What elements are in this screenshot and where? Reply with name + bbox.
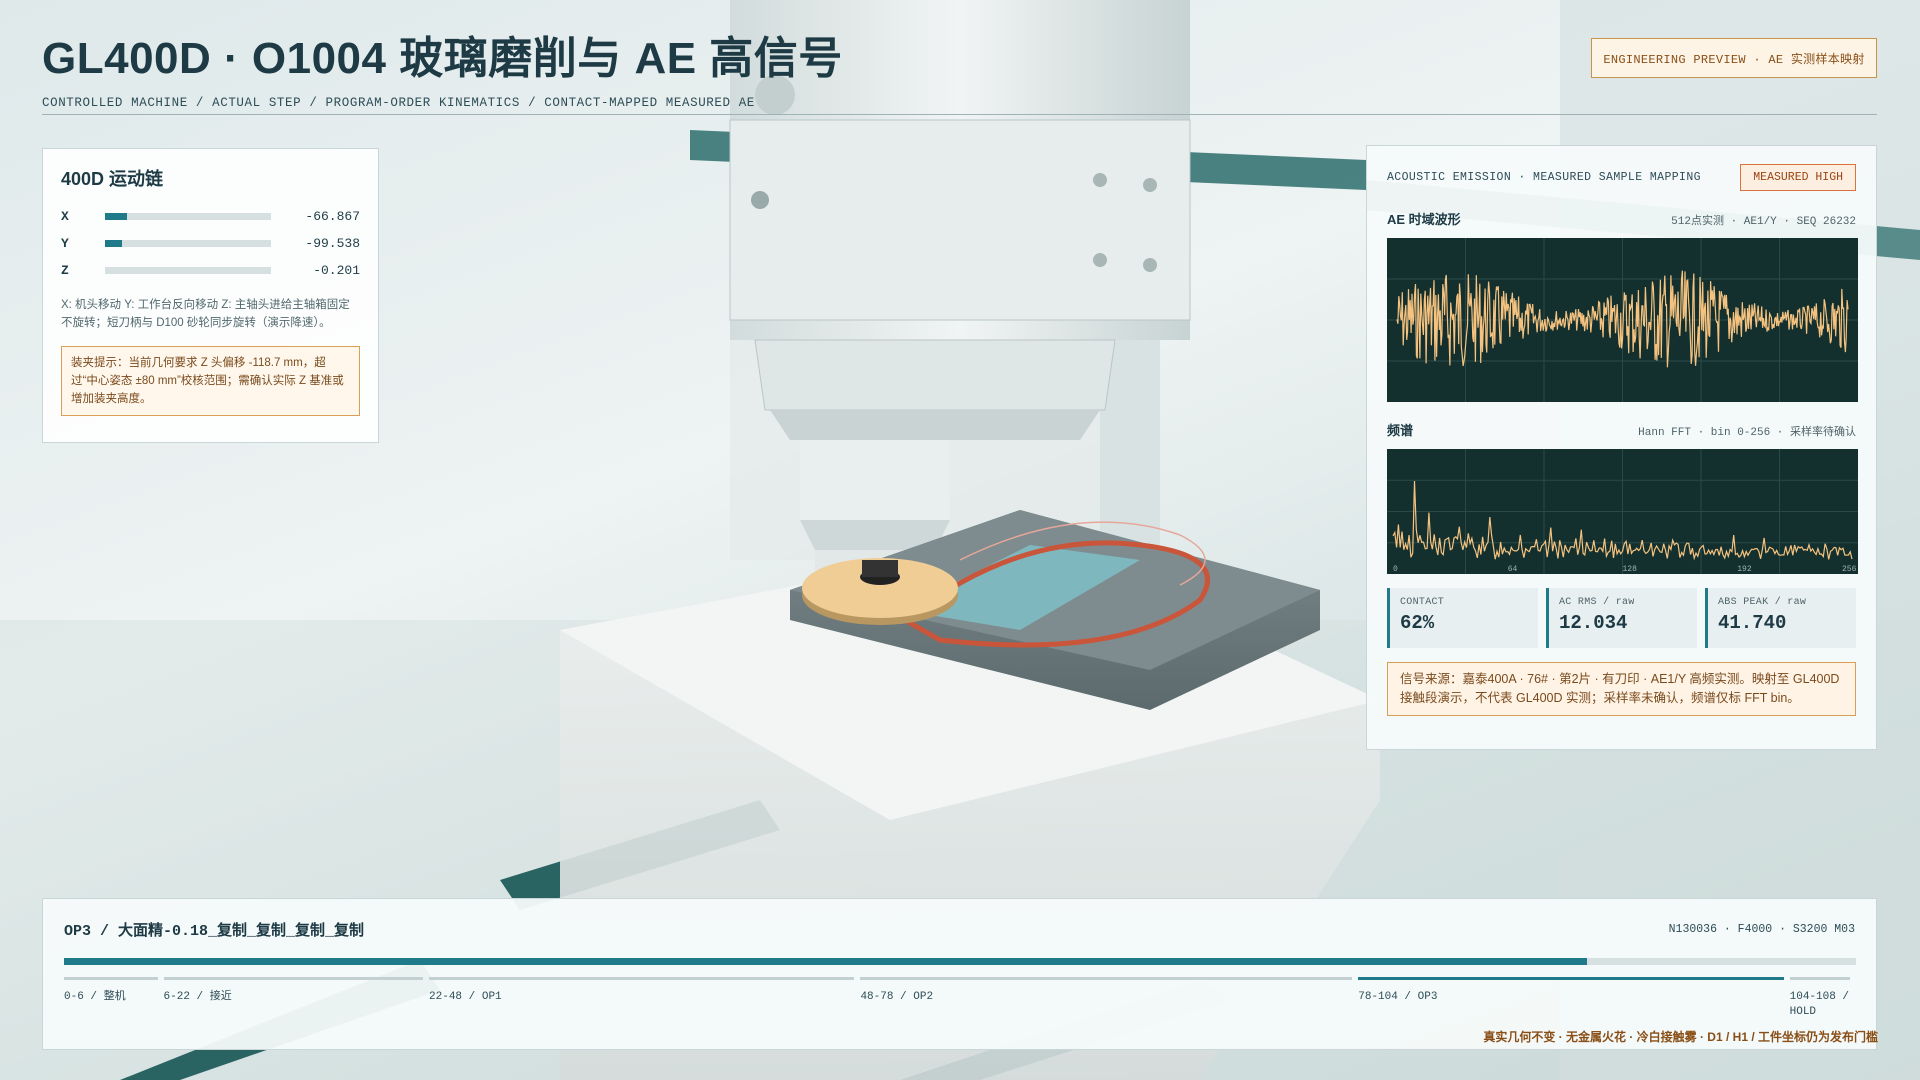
axis-x-bar: [105, 213, 271, 220]
waveform-title: AE 时域波形: [1387, 212, 1461, 227]
stat-value: 12.034: [1559, 612, 1628, 634]
axis-row-z: Z -0.201: [61, 257, 360, 284]
segment-label: 48-78 / OP2: [860, 991, 934, 1003]
stat-value: 41.740: [1718, 612, 1787, 634]
ae-panel-header: ACOUSTIC EMISSION · MEASURED SAMPLE MAPP…: [1387, 171, 1701, 184]
waveform-meta: 512点实测 · AE1/Y · SEQ 26232: [1671, 216, 1856, 228]
waveform-trace: [1387, 238, 1858, 402]
stat-ac-rms: AC RMS / raw 12.034: [1546, 588, 1697, 648]
axis-name: X: [61, 209, 69, 224]
stat-label: AC RMS / raw: [1559, 597, 1635, 608]
axis-y-bar: [105, 240, 271, 247]
header-divider: [42, 114, 1877, 115]
release-gate-footer: 真实几何不变 · 无金属火花 · 冷白接触雾 · D1 / H1 / 工件坐标仍…: [1483, 1030, 1878, 1044]
ae-stats: CONTACT 62% AC RMS / raw 12.034 ABS PEAK…: [1387, 588, 1856, 648]
segment-label: 22-48 / OP1: [429, 991, 502, 1003]
segment-line: [429, 977, 855, 980]
spectrum-tick: 128: [1623, 565, 1638, 574]
axis-row-x: X -66.867: [61, 203, 360, 230]
stat-contact: CONTACT 62%: [1387, 588, 1538, 648]
axis-name: Z: [61, 263, 69, 278]
segment-line: [163, 977, 424, 980]
segment-line: [1789, 977, 1850, 980]
waveform-plot: [1387, 238, 1858, 402]
timeline-segment[interactable]: 104-108 / HOLD: [1789, 977, 1850, 1020]
segment-line: [1358, 977, 1784, 980]
axis-y-value: -99.538: [305, 236, 360, 251]
timeline-segment[interactable]: 22-48 / OP1: [429, 977, 855, 1005]
spectrum-tick: 64: [1508, 565, 1518, 574]
clamping-warning: 装夹提示：当前几何要求 Z 头偏移 -118.7 mm，超过“中心姿态 ±80 …: [61, 346, 360, 416]
axis-x-value: -66.867: [305, 209, 360, 224]
timeline-segment[interactable]: 0-6 / 整机: [64, 977, 158, 1005]
stat-value: 62%: [1400, 612, 1435, 634]
stat-abs-peak: ABS PEAK / raw 41.740: [1705, 588, 1856, 648]
measured-high-badge: MEASURED HIGH: [1740, 164, 1856, 191]
axis-z-value: -0.201: [313, 263, 360, 278]
axis-row-y: Y -99.538: [61, 230, 360, 257]
segment-label: 104-108 / HOLD: [1789, 991, 1850, 1018]
spectrum-meta: Hann FFT · bin 0-256 · 采样率待确认: [1638, 427, 1856, 439]
nc-block-info: N130036 · F4000 · S3200 M03: [1668, 923, 1855, 936]
segment-label: 0-6 / 整机: [64, 991, 126, 1003]
axis-x-fill: [105, 213, 127, 220]
spectrum-plot: 0 64 128 192 256: [1387, 449, 1858, 574]
segment-line: [64, 977, 158, 980]
stat-label: CONTACT: [1400, 597, 1445, 608]
kinematics-panel: 400D 运动链 X -66.867 Y -99.538 Z -0.201 X:…: [42, 148, 379, 443]
axis-y-fill: [105, 240, 122, 247]
spectrum-tick: 0: [1393, 565, 1398, 574]
axis-name: Y: [61, 236, 69, 251]
timeline-segment[interactable]: 6-22 / 接近: [163, 977, 424, 1005]
kinematics-title: 400D 运动链: [61, 169, 164, 189]
acoustic-emission-panel: ACOUSTIC EMISSION · MEASURED SAMPLE MAPP…: [1366, 145, 1877, 750]
timeline-progress-fill: [64, 958, 1588, 965]
spectrum-trace: 0 64 128 192 256: [1387, 449, 1858, 574]
timeline-segments: 0-6 / 整机 6-22 / 接近 22-48 / OP1 48-78 / OP2 7…: [64, 977, 1856, 1020]
page-subtitle: CONTROLLED MACHINE / ACTUAL STEP / PROGR…: [42, 96, 755, 110]
segment-label: 6-22 / 接近: [163, 991, 232, 1003]
axis-z-bar: [105, 267, 271, 274]
kinematics-note: X: 机头移动 Y: 工作台反向移动 Z: 主轴头进给主轴箱固定不旋转；短刀柄与…: [61, 299, 350, 329]
segment-line: [860, 977, 1353, 980]
current-operation: OP3 / 大面精-0.18_复制_复制_复制_复制: [64, 923, 365, 940]
spectrum-tick: 192: [1737, 565, 1752, 574]
signal-source-note: 信号来源：嘉泰400A · 76# · 第2片 · 有刀印 · AE1/Y 高频…: [1387, 662, 1856, 716]
segment-label: 78-104 / OP3: [1358, 991, 1438, 1003]
timeline-segment[interactable]: 48-78 / OP2: [860, 977, 1353, 1005]
timeline-segment[interactable]: 78-104 / OP3: [1358, 977, 1784, 1005]
engineering-preview-badge: ENGINEERING PREVIEW · AE 实测样本映射: [1591, 38, 1877, 78]
spectrum-title: 频谱: [1387, 423, 1414, 438]
spectrum-tick: 256: [1842, 565, 1857, 574]
stat-label: ABS PEAK / raw: [1718, 597, 1807, 608]
timeline-progress-bar[interactable]: [64, 958, 1856, 965]
